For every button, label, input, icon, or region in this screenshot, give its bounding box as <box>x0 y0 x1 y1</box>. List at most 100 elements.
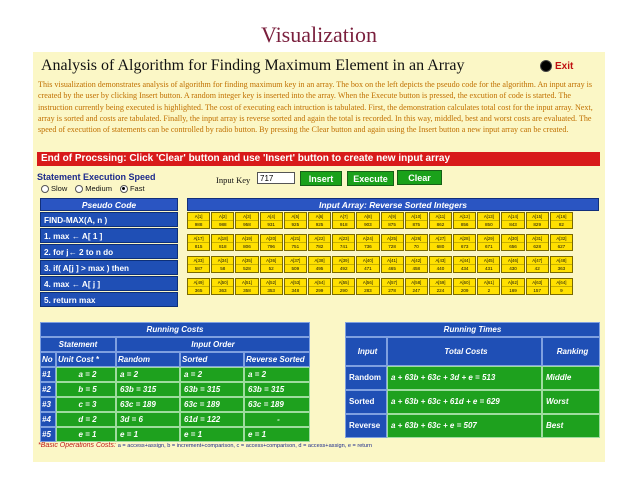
array-value: 829 <box>533 222 542 227</box>
array-value: 434 <box>460 266 469 271</box>
array-value: 741 <box>339 244 348 249</box>
array-value: 353 <box>267 288 275 293</box>
running-costs-column-header: Reverse Sorted <box>244 352 310 367</box>
array-index: A[28] <box>454 235 476 243</box>
array-index: A[36] <box>260 257 282 265</box>
array-cell: A[61] 2 <box>477 278 501 295</box>
running-costs-cell: - <box>244 412 310 427</box>
array-value: 671 <box>485 244 493 249</box>
array-index: A[33] <box>188 257 210 265</box>
array-cell: A[4] 931 <box>259 212 283 229</box>
array-cell: A[63] 157 <box>525 278 549 295</box>
running-costs-cell: d = 2 <box>56 412 116 427</box>
array-cell: A[54] 299 <box>307 278 332 295</box>
array-cell: A[34] 58 <box>211 256 235 273</box>
speed-radio-fast[interactable]: Fast <box>119 184 145 193</box>
array-value: 751 <box>291 244 300 249</box>
array-cell: A[48] 363 <box>549 256 573 273</box>
running-costs-cell: 63b = 315 <box>244 382 310 397</box>
algorithm-applet: Analysis of Algorithm for Finding Maximu… <box>33 52 605 462</box>
array-cell: A[10] 875 <box>404 212 428 229</box>
array-value: 680 <box>436 244 445 249</box>
array-value: 290 <box>339 288 348 293</box>
execute-button[interactable]: Execute <box>347 171 394 186</box>
array-cell: A[24] 736 <box>356 234 380 251</box>
array-cell: A[12] 856 <box>453 212 477 229</box>
array-index: A[14] <box>502 213 524 221</box>
array-value: 925 <box>291 222 300 227</box>
array-cell: A[35] 528 <box>235 256 259 273</box>
array-cell: A[64] 9 <box>549 278 573 295</box>
array-index: A[21] <box>284 235 306 243</box>
running-costs-cell: a = 2 <box>244 367 310 382</box>
speed-option-label: Fast <box>129 184 145 193</box>
array-cell: A[43] 440 <box>428 256 453 273</box>
array-cell: A[15] 829 <box>525 212 549 229</box>
array-index: A[52] <box>260 279 282 287</box>
array-cell: A[56] 283 <box>356 278 380 295</box>
array-value: 70 <box>413 244 419 249</box>
array-index: A[59] <box>429 279 452 287</box>
array-cell: A[17] 815 <box>187 234 211 251</box>
clear-button[interactable]: Clear <box>397 170 442 185</box>
array-cell: A[45] 431 <box>477 256 501 273</box>
running-costs-header: Running Costs <box>40 322 310 337</box>
running-times-cell: Best <box>542 414 600 438</box>
array-cell: A[27] 680 <box>428 234 453 251</box>
array-cell: A[50] 363 <box>211 278 235 295</box>
input-order-label: Input Order <box>116 337 310 352</box>
footnote-label: *Basic Operations Costs: <box>38 442 116 449</box>
array-value: 587 <box>194 266 203 271</box>
running-costs-cell: 63b = 315 <box>116 382 180 397</box>
speed-radio-slow[interactable]: Slow <box>41 184 67 193</box>
array-index: A[25] <box>381 235 403 243</box>
array-cell: A[58] 247 <box>404 278 428 295</box>
running-costs-cell: b = 5 <box>56 382 116 397</box>
array-value: 278 <box>388 288 396 293</box>
array-index: A[38] <box>308 257 331 265</box>
array-index: A[50] <box>212 279 234 287</box>
array-cell: A[60] 209 <box>453 278 477 295</box>
array-value: 875 <box>412 222 421 227</box>
running-times-cell: a + 63b + 63c + e = 507 <box>387 414 542 438</box>
running-costs-cell: 63c = 189 <box>244 397 310 412</box>
array-cell: A[57] 278 <box>380 278 404 295</box>
array-value: 903 <box>364 222 372 227</box>
pseudo-code-header: Pseudo Code <box>40 198 178 211</box>
array-cell: A[29] 671 <box>477 234 501 251</box>
running-times-cell: Random <box>345 366 387 390</box>
array-index: A[11] <box>429 213 452 221</box>
array-value: 209 <box>460 288 469 293</box>
array-index: A[42] <box>405 257 427 265</box>
footnote-items: a = access+assign, b = increment+compari… <box>117 443 372 449</box>
radio-icon <box>41 184 49 193</box>
array-index: A[29] <box>478 235 500 243</box>
pseudo-code-line: FIND-MAX(A, n ) <box>40 212 178 227</box>
array-value: 471 <box>364 266 372 271</box>
array-value: 42 <box>534 266 540 271</box>
exit-button[interactable]: Exit <box>540 60 573 72</box>
array-value: 856 <box>460 222 469 227</box>
array-cell: A[32] 627 <box>549 234 573 251</box>
array-cell: A[26] 70 <box>404 234 428 251</box>
array-value: 931 <box>267 222 275 227</box>
running-costs-cell: c = 3 <box>56 397 116 412</box>
array-index: A[47] <box>526 257 548 265</box>
array-index: A[55] <box>333 279 355 287</box>
input-key-field[interactable]: 717 <box>257 172 295 184</box>
insert-button[interactable]: Insert <box>300 171 342 186</box>
statement-label: Statement <box>40 337 116 352</box>
array-row: A[1] 988 A[2] 988 A[3] 958 A[4] 931 A[5] 925 A[6] 9… <box>187 212 599 229</box>
array-value: 806 <box>243 244 251 249</box>
speed-radio-group: Slow Medium Fast <box>41 184 145 193</box>
speed-radio-medium[interactable]: Medium <box>75 184 112 193</box>
array-cell: A[44] 434 <box>453 256 477 273</box>
array-value: 2 <box>487 288 491 293</box>
array-cell: A[28] 673 <box>453 234 477 251</box>
array-value: 430 <box>509 266 517 271</box>
running-times-table: Running Times Input Total Costs Ranking Ran… <box>345 322 600 438</box>
array-index: A[62] <box>502 279 524 287</box>
footnote: *Basic Operations Costs: a = access+assi… <box>38 442 603 449</box>
array-cell: A[59] 224 <box>428 278 453 295</box>
description-text: This visualization demonstrates analysis… <box>38 80 593 135</box>
